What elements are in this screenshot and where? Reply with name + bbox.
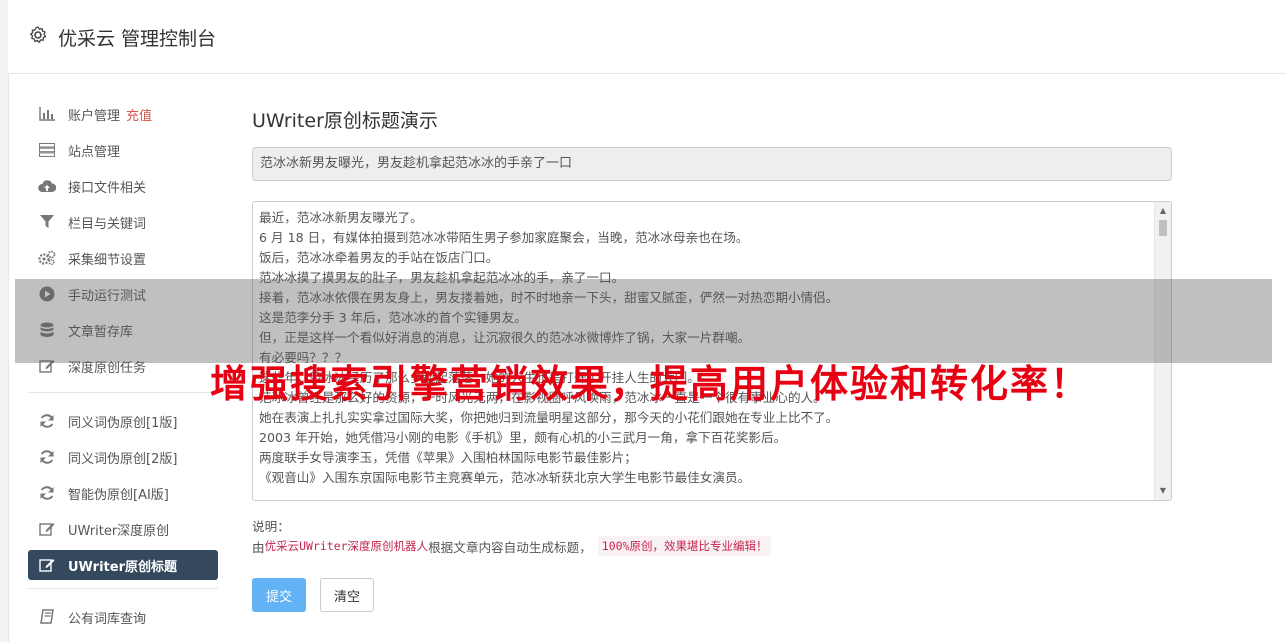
recharge-link[interactable]: 充值 bbox=[126, 105, 152, 124]
sidebar-item-interface-files[interactable]: 接口文件相关 bbox=[28, 168, 218, 204]
gear-icon bbox=[29, 26, 47, 43]
submit-button[interactable]: 提交 bbox=[252, 578, 306, 612]
promo-overlay-band bbox=[15, 279, 1272, 363]
scrollbar-thumb[interactable] bbox=[1159, 220, 1167, 236]
robot-name-code: 优采云UWriter深度原创机器人 bbox=[264, 539, 429, 553]
refresh-icon bbox=[38, 484, 56, 502]
top-header: 优采云 管理控制台 bbox=[8, 0, 1286, 74]
app-title: 优采云 管理控制台 bbox=[58, 28, 217, 50]
filter-icon bbox=[38, 213, 56, 231]
sidebar-item-label: 采集细节设置 bbox=[68, 252, 147, 268]
refresh-icon bbox=[38, 412, 56, 430]
refresh-icon bbox=[38, 448, 56, 466]
form-buttons: 提交 清空 bbox=[252, 578, 374, 612]
cogs-icon bbox=[38, 249, 56, 267]
sidebar-item-columns-keywords[interactable]: 栏目与关键词 bbox=[28, 204, 218, 240]
content-line: 她在表演上扎扎实实拿过国际大奖，你把她归到流量明星这部分，那今天的小花们跟她在专… bbox=[259, 410, 839, 425]
content-line: 两度联手女导演李玉，凭借《苹果》入围柏林国际电影节最佳影片； bbox=[259, 450, 637, 465]
main-content: UWriter原创标题演示 范冰冰新男友曝光，男友趁机拿起范冰冰的手亲了一口 最… bbox=[252, 104, 1172, 612]
sidebar-divider bbox=[28, 588, 218, 589]
note-prefix: 由 bbox=[252, 539, 265, 555]
generated-title-field[interactable]: 范冰冰新男友曝光，男友趁机拿起范冰冰的手亲了一口 bbox=[252, 147, 1172, 181]
sidebar-item-uwriter-deep[interactable]: UWriter深度原创 bbox=[28, 511, 218, 547]
content-line: 饭后，范冰冰牵着男友的手站在饭店门口。 bbox=[259, 250, 499, 265]
sidebar-item-label: 智能伪原创[AI版] bbox=[68, 487, 169, 503]
sidebar-item-label: UWriter原创标题 bbox=[68, 559, 177, 575]
content-line: 6 月 18 日，有媒体拍摄到范冰冰带陌生男子参加家庭聚会，当晚，范冰冰母亲也在… bbox=[259, 230, 749, 245]
edit-icon bbox=[38, 520, 56, 538]
cloud-upload-icon bbox=[38, 177, 56, 195]
clear-button[interactable]: 清空 bbox=[320, 578, 374, 612]
sidebar-item-synonym-v1[interactable]: 同义词伪原创[1版] bbox=[28, 403, 218, 439]
sidebar-item-label: 站点管理 bbox=[68, 144, 121, 160]
note-label: 说明： bbox=[252, 519, 290, 534]
server-icon bbox=[38, 141, 56, 159]
sidebar-item-public-lexicon[interactable]: 公有词库查询 bbox=[28, 599, 218, 635]
content-line: 2003 年开始，她凭借冯小刚的电影《手机》里，颇有心机的小三武月一角，拿下百花… bbox=[259, 430, 787, 445]
promo-overlay-text: 增强搜索引擎营销效果，提高用户体验和转化率！ bbox=[209, 362, 1090, 406]
sidebar-item-label: 栏目与关键词 bbox=[68, 216, 147, 232]
edit-icon bbox=[38, 556, 56, 574]
highlight-code: 100%原创，效果堪比专业编辑！ bbox=[597, 536, 772, 556]
book-icon bbox=[38, 608, 56, 626]
content-line: 《观音山》入围东京国际电影节主竞赛单元，范冰冰斩获北京大学生电影节最佳女演员。 bbox=[259, 470, 751, 485]
note-middle: 根据文章内容自动生成标题， bbox=[428, 539, 592, 555]
sidebar-item-label: 同义词伪原创[1版] bbox=[68, 415, 178, 431]
sidebar-item-label: 接口文件相关 bbox=[68, 180, 147, 196]
sidebar-item-collect-settings[interactable]: 采集细节设置 bbox=[28, 240, 218, 276]
sidebar-item-label: 公有词库查询 bbox=[68, 611, 147, 627]
scroll-down-arrow-icon[interactable]: ▼ bbox=[1155, 484, 1171, 498]
sidebar-item-ai-rewrite[interactable]: 智能伪原创[AI版] bbox=[28, 475, 218, 511]
bar-chart-icon bbox=[38, 105, 56, 123]
sidebar-item-label: UWriter深度原创 bbox=[68, 523, 170, 539]
sidebar-item-uwriter-title[interactable]: UWriter原创标题 bbox=[28, 550, 218, 580]
content-line: 最近，范冰冰新男友曝光了。 bbox=[259, 210, 423, 225]
scroll-up-arrow-icon[interactable]: ▲ bbox=[1155, 204, 1171, 218]
sidebar-item-account[interactable]: 账户管理 充值 bbox=[28, 96, 218, 132]
sidebar-item-sites[interactable]: 站点管理 bbox=[28, 132, 218, 168]
sidebar-item-label: 同义词伪原创[2版] bbox=[68, 451, 178, 467]
sidebar-item-synonym-v2[interactable]: 同义词伪原创[2版] bbox=[28, 439, 218, 475]
sidebar-item-label: 账户管理 bbox=[68, 108, 121, 124]
note-description: 由 优采云UWriter深度原创机器人 根据文章内容自动生成标题， 100%原创… bbox=[252, 536, 772, 556]
page-title: UWriter原创标题演示 bbox=[252, 110, 438, 132]
